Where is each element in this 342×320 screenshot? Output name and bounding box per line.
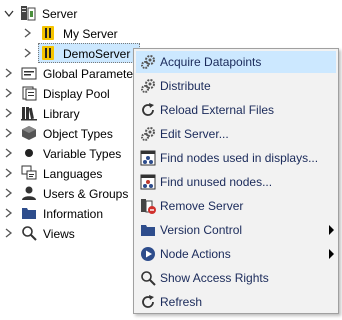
tree-item-users-groups[interactable]: Users & Groups <box>43 187 128 201</box>
search-icon <box>21 225 37 241</box>
tree-item-global-parameter[interactable]: Global Parameter <box>43 67 137 81</box>
tree-item-variable-types[interactable]: Variable Types <box>43 147 121 161</box>
menu-item-acquire-datapoints[interactable]: Acquire Datapoints <box>136 51 336 73</box>
server-icon <box>40 25 56 41</box>
expand-chevron-icon[interactable] <box>22 47 34 59</box>
expand-chevron-icon[interactable] <box>3 127 15 139</box>
users-icon <box>21 185 37 201</box>
display-pool-icon <box>21 85 37 101</box>
server-group-icon <box>20 5 36 21</box>
submenu-arrow-icon <box>329 249 334 259</box>
languages-icon <box>21 165 37 181</box>
gears-icon <box>140 54 156 70</box>
find-unused-icon <box>140 174 156 190</box>
refresh-icon <box>140 294 156 310</box>
tree-item-views[interactable]: Views <box>43 227 75 241</box>
expand-chevron-icon[interactable] <box>3 147 15 159</box>
folder-icon <box>21 205 37 221</box>
object-types-icon <box>21 125 37 141</box>
menu-item-refresh[interactable]: Refresh <box>136 291 336 313</box>
menu-item-find-nodes-used[interactable]: Find nodes used in displays... <box>136 147 336 169</box>
magnifier-icon <box>140 270 156 286</box>
find-nodes-icon <box>140 150 156 166</box>
menu-item-distribute[interactable]: Distribute <box>136 75 336 97</box>
menu-item-remove-server[interactable]: Remove Server <box>136 195 336 217</box>
remove-server-icon <box>140 198 156 214</box>
server-icon <box>40 45 56 61</box>
gears-icon <box>140 126 156 142</box>
menu-item-version-control[interactable]: Version Control <box>136 219 336 241</box>
expand-chevron-icon[interactable] <box>3 187 15 199</box>
expand-chevron-icon[interactable] <box>22 27 34 39</box>
reload-icon <box>140 102 156 118</box>
expand-chevron-icon[interactable] <box>3 227 15 239</box>
tree-item-library[interactable]: Library <box>43 107 80 121</box>
global-parameter-icon <box>21 65 37 81</box>
menu-item-find-unused-nodes[interactable]: Find unused nodes... <box>136 171 336 193</box>
menu-item-node-actions[interactable]: Node Actions <box>136 243 336 265</box>
collapse-chevron-icon[interactable] <box>3 8 15 20</box>
menu-item-edit-server[interactable]: Edit Server... <box>136 123 336 145</box>
gears-icon <box>140 78 156 94</box>
tree-root-server[interactable]: Server <box>42 7 77 21</box>
tree-item-languages[interactable]: Languages <box>43 167 102 181</box>
expand-chevron-icon[interactable] <box>3 67 15 79</box>
context-menu: Acquire Datapoints Distribute Reload Ext… <box>133 48 339 314</box>
version-control-icon <box>140 222 156 238</box>
play-icon <box>140 246 156 262</box>
expand-chevron-icon[interactable] <box>3 87 15 99</box>
tree-item-demoserver[interactable]: DemoServer <box>63 47 130 61</box>
variable-types-icon <box>21 145 37 161</box>
tree-item-my-server[interactable]: My Server <box>63 27 118 41</box>
tree-item-display-pool[interactable]: Display Pool <box>43 87 110 101</box>
tree-item-object-types[interactable]: Object Types <box>43 127 113 141</box>
submenu-arrow-icon <box>329 225 334 235</box>
tree-item-information[interactable]: Information <box>43 207 103 221</box>
menu-item-reload-external-files[interactable]: Reload External Files <box>136 99 336 121</box>
menu-item-show-access-rights[interactable]: Show Access Rights <box>136 267 336 289</box>
expand-chevron-icon[interactable] <box>3 207 15 219</box>
library-icon <box>21 105 37 121</box>
expand-chevron-icon[interactable] <box>3 167 15 179</box>
expand-chevron-icon[interactable] <box>3 107 15 119</box>
